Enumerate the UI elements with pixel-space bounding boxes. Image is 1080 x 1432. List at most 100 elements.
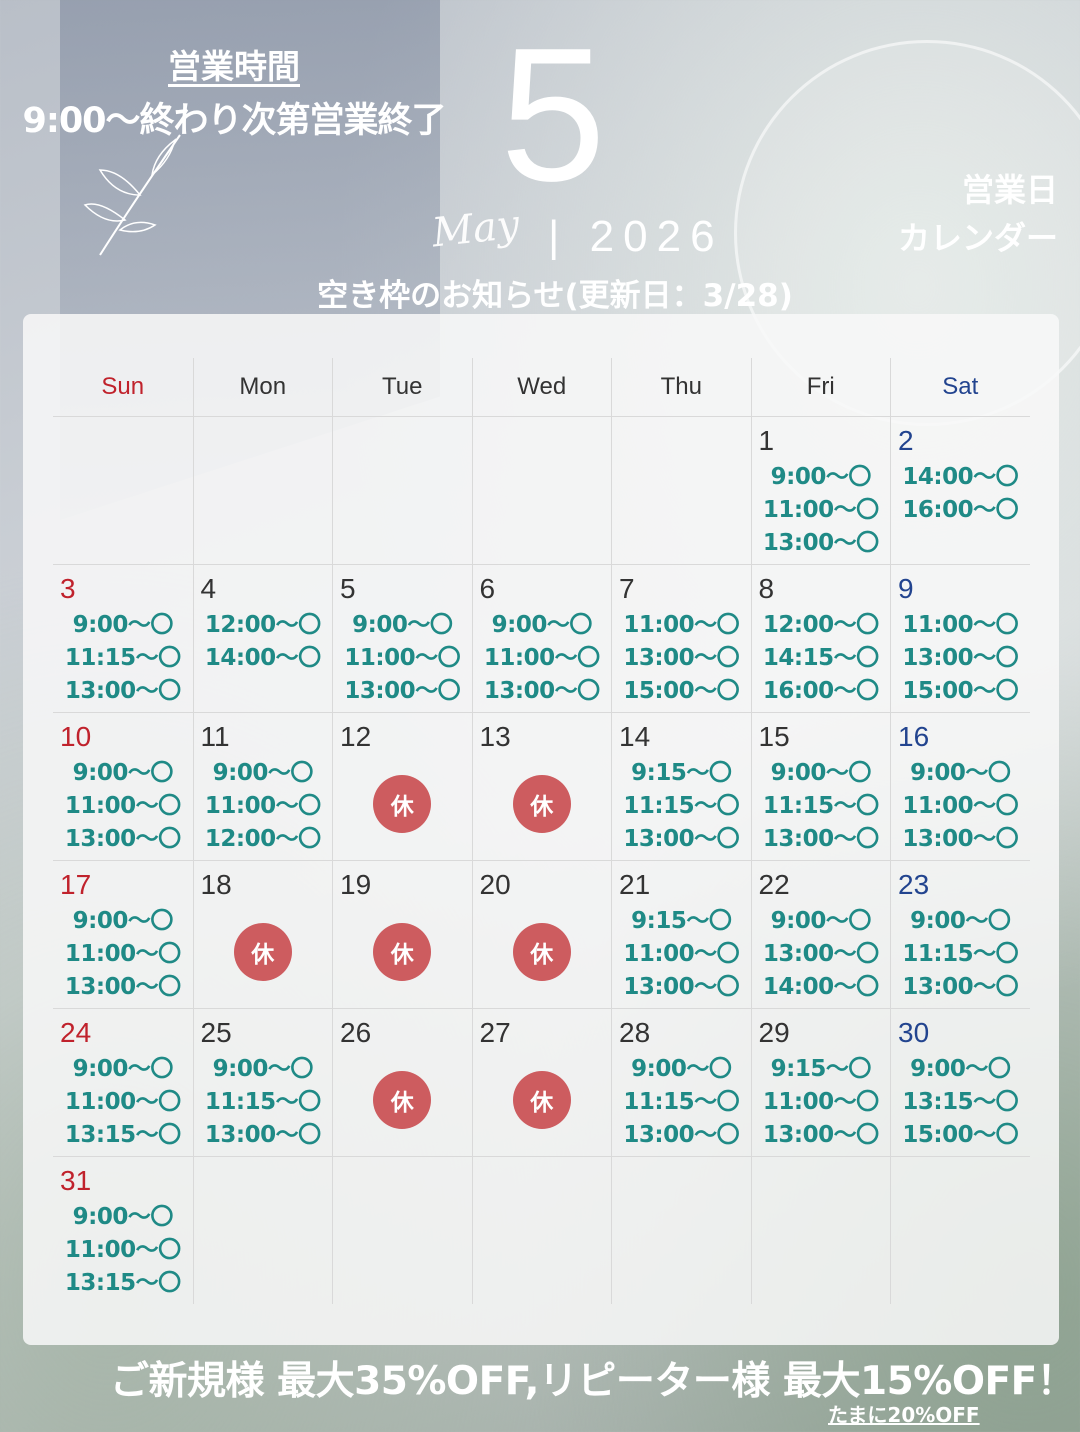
day-cell: 19 休 bbox=[332, 861, 472, 1008]
slot-list: 9:00〜〇 11:00〜〇 12:00〜〇 bbox=[194, 757, 333, 856]
time-slot: 9:00〜〇 bbox=[72, 760, 174, 786]
closed-badge: 休 bbox=[512, 1071, 571, 1129]
time-slot: 16:00〜〇 bbox=[762, 678, 879, 704]
slot-list: 9:00〜〇 11:00〜〇 13:00〜〇 bbox=[53, 757, 193, 856]
day-number: 7 bbox=[619, 573, 635, 604]
promo-banner: ご新規様 最大35%OFF,リピーター様 最大15%OFF！ bbox=[110, 1359, 1076, 1404]
day-number: 12 bbox=[340, 721, 372, 752]
time-slot: 13:15〜〇 bbox=[64, 1122, 181, 1148]
time-slot: 11:00〜〇 bbox=[762, 1089, 879, 1115]
day-cell: 27 休 bbox=[471, 1009, 612, 1156]
day-cell: 4 12:00〜〇 14:00〜〇 bbox=[192, 565, 333, 712]
time-slot: 13:00〜〇 bbox=[902, 645, 1019, 671]
day-number: 30 bbox=[898, 1017, 930, 1048]
calendar-week: 3 9:00〜〇 11:15〜〇 13:00〜〇 4 12:00〜〇 14:00〜〇 5 9:0… bbox=[53, 565, 1030, 713]
day-number: 13 bbox=[479, 721, 511, 752]
day-cell: 10 9:00〜〇 11:00〜〇 13:00〜〇 bbox=[53, 713, 193, 860]
day-number: 16 bbox=[898, 721, 930, 752]
time-slot: 13:00〜〇 bbox=[623, 974, 740, 1000]
time-slot: 13:00〜〇 bbox=[483, 678, 600, 704]
time-slot: 15:00〜〇 bbox=[623, 678, 740, 704]
time-slot: 13:00〜〇 bbox=[623, 645, 740, 671]
time-slot: 9:00〜〇 bbox=[212, 1056, 314, 1082]
time-slot: 13:15〜〇 bbox=[64, 1270, 181, 1296]
time-slot: 9:15〜〇 bbox=[631, 908, 732, 934]
time-slot: 9:00〜〇 bbox=[72, 908, 174, 934]
day-number: 9 bbox=[898, 573, 914, 604]
slot-list: 14:00〜〇 16:00〜〇 bbox=[891, 461, 1030, 527]
day-cell: 8 12:00〜〇 14:15〜〇 16:00〜〇 bbox=[750, 565, 891, 712]
day-number: 11 bbox=[200, 721, 230, 752]
closed-badge: 休 bbox=[373, 1071, 432, 1129]
day-number: 18 bbox=[200, 869, 232, 900]
time-slot: 11:00〜〇 bbox=[623, 612, 740, 638]
slot-list: 12:00〜〇 14:15〜〇 16:00〜〇 bbox=[752, 609, 891, 708]
time-slot: 9:15〜〇 bbox=[631, 760, 732, 786]
day-cell: 22 9:00〜〇 13:00〜〇 14:00〜〇 bbox=[750, 861, 891, 1008]
closed-badge: 休 bbox=[373, 775, 432, 833]
time-slot: 13:15〜〇 bbox=[902, 1089, 1019, 1115]
day-number: 17 bbox=[60, 869, 92, 900]
empty-day-cell bbox=[471, 1157, 612, 1304]
time-slot: 13:00〜〇 bbox=[344, 678, 461, 704]
empty-day-cell bbox=[332, 1157, 472, 1304]
promo-subnote: たまに20%OFF bbox=[828, 1403, 980, 1427]
weekday-mon: Mon bbox=[192, 358, 333, 416]
time-slot: 9:00〜〇 bbox=[352, 612, 453, 638]
calendar-week: 1 9:00〜〇 11:00〜〇 13:00〜〇 2 14:00〜〇 16:00〜〇 bbox=[53, 417, 1030, 565]
time-slot: 9:00〜〇 bbox=[212, 760, 314, 786]
day-cell: 25 9:00〜〇 11:15〜〇 13:00〜〇 bbox=[192, 1009, 333, 1156]
day-number: 21 bbox=[619, 869, 651, 900]
day-number: 20 bbox=[479, 869, 511, 900]
day-cell: 12 休 bbox=[332, 713, 472, 860]
day-number: 5 bbox=[340, 573, 356, 604]
day-cell: 26 休 bbox=[332, 1009, 472, 1156]
day-number: 8 bbox=[758, 573, 775, 604]
day-number: 27 bbox=[479, 1017, 511, 1048]
time-slot: 11:00〜〇 bbox=[344, 645, 461, 671]
time-slot: 11:00〜〇 bbox=[623, 941, 740, 967]
business-hours: 9:00〜終わり次第営業終了 bbox=[22, 101, 446, 141]
slot-list: 11:00〜〇 13:00〜〇 15:00〜〇 bbox=[891, 609, 1030, 708]
slot-list: 9:15〜〇 11:00〜〇 13:00〜〇 bbox=[752, 1053, 891, 1152]
day-cell: 20 休 bbox=[471, 861, 612, 1008]
time-slot: 9:00〜〇 bbox=[72, 612, 174, 638]
slot-list: 9:00〜〇 11:00〜〇 13:00〜〇 bbox=[53, 905, 193, 1004]
time-slot: 9:00〜〇 bbox=[491, 612, 593, 638]
slot-list: 9:00〜〇 11:15〜〇 13:00〜〇 bbox=[752, 757, 891, 856]
slot-list: 9:15〜〇 11:00〜〇 13:00〜〇 bbox=[612, 905, 751, 1004]
month-number: 5 bbox=[500, 9, 606, 221]
day-cell: 7 11:00〜〇 13:00〜〇 15:00〜〇 bbox=[611, 565, 751, 712]
time-slot: 13:00〜〇 bbox=[902, 826, 1019, 852]
slot-list: 11:00〜〇 13:00〜〇 15:00〜〇 bbox=[612, 609, 751, 708]
day-cell: 2 14:00〜〇 16:00〜〇 bbox=[890, 417, 1030, 564]
weekday-fri: Fri bbox=[750, 358, 891, 416]
day-cell: 5 9:00〜〇 11:00〜〇 13:00〜〇 bbox=[332, 565, 472, 712]
time-slot: 12:00〜〇 bbox=[204, 612, 321, 638]
time-slot: 11:00〜〇 bbox=[902, 612, 1019, 638]
time-slot: 13:00〜〇 bbox=[762, 941, 879, 967]
day-number: 24 bbox=[60, 1017, 92, 1048]
slot-list: 9:00〜〇 13:00〜〇 14:00〜〇 bbox=[752, 905, 891, 1004]
day-number: 10 bbox=[60, 721, 92, 752]
time-slot: 11:00〜〇 bbox=[762, 497, 879, 523]
time-slot: 9:00〜〇 bbox=[631, 1056, 732, 1082]
day-number: 2 bbox=[898, 425, 914, 456]
day-cell: 29 9:15〜〇 11:00〜〇 13:00〜〇 bbox=[750, 1009, 891, 1156]
day-number: 28 bbox=[619, 1017, 651, 1048]
calendar-label: 営業日 カレンダー bbox=[898, 166, 1058, 262]
time-slot: 13:00〜〇 bbox=[762, 530, 879, 556]
slot-list: 12:00〜〇 14:00〜〇 bbox=[194, 609, 333, 675]
day-cell: 9 11:00〜〇 13:00〜〇 15:00〜〇 bbox=[890, 565, 1030, 712]
empty-day-cell bbox=[611, 1157, 751, 1304]
closed-badge: 休 bbox=[373, 923, 432, 981]
day-cell: 30 9:00〜〇 13:15〜〇 15:00〜〇 bbox=[890, 1009, 1030, 1156]
time-slot: 9:00〜〇 bbox=[770, 464, 872, 490]
time-slot: 11:00〜〇 bbox=[483, 645, 600, 671]
calendar-grid: Sun Mon Tue Wed Thu Fri Sat 1 9:00〜〇 11:00… bbox=[53, 358, 1030, 1304]
slot-list: 9:00〜〇 11:00〜〇 13:00〜〇 bbox=[333, 609, 472, 708]
day-number: 23 bbox=[898, 869, 930, 900]
day-number: 15 bbox=[758, 721, 790, 752]
empty-day-cell bbox=[750, 1157, 891, 1304]
weekday-wed: Wed bbox=[471, 358, 612, 416]
